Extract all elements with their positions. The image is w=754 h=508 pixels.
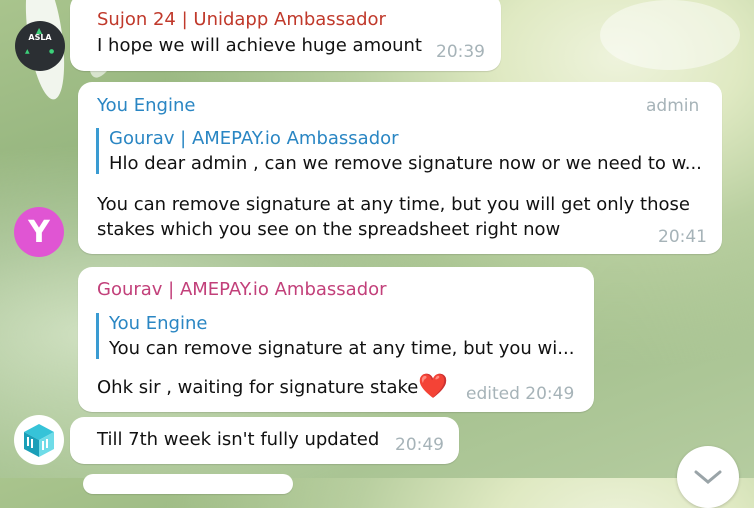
- message-bubble[interactable]: Sujon 24 | Unidapp Ambassador I hope we …: [70, 0, 501, 71]
- chevron-down-icon: [694, 470, 722, 484]
- reply-sender: Gourav | AMEPAY.io Ambassador: [109, 128, 399, 149]
- message-sender[interactable]: Sujon 24 | Unidapp Ambassador: [97, 9, 386, 30]
- scroll-down-button[interactable]: [677, 446, 739, 508]
- message-text: Ohk sir , waiting for signature stake: [97, 377, 419, 398]
- background-petal: [600, 0, 740, 70]
- message-bubble[interactable]: [83, 474, 293, 494]
- admin-badge: admin: [646, 96, 700, 116]
- reply-preview[interactable]: You Engine You can remove signature at a…: [96, 313, 587, 359]
- message-time: 20:49: [395, 435, 444, 455]
- message-text: You can remove signature at any time, bu…: [97, 194, 690, 215]
- avatar[interactable]: ASLA ▲ ▲ ●: [15, 21, 65, 71]
- message-text: Till 7th week isn't fully updated: [97, 429, 380, 450]
- logo-icon: ●: [49, 48, 55, 55]
- message-text: I hope we will achieve huge amount: [97, 35, 422, 56]
- message-time: 20:41: [658, 227, 707, 247]
- reply-text: Hlo dear admin , can we remove signature…: [109, 153, 702, 174]
- message-sender[interactable]: You Engine: [97, 95, 195, 116]
- reply-sender: You Engine: [109, 313, 208, 334]
- message-bubble[interactable]: Till 7th week isn't fully updated 20:49: [70, 417, 459, 464]
- avatar-initials: Y: [28, 215, 50, 250]
- heart-emoji: ❤️: [418, 372, 448, 400]
- reply-preview[interactable]: Gourav | AMEPAY.io Ambassador Hlo dear a…: [96, 128, 709, 174]
- logo-icon: ▲: [36, 26, 43, 35]
- avatar[interactable]: [14, 415, 64, 465]
- message-bubble[interactable]: Gourav | AMEPAY.io Ambassador You Engine…: [78, 267, 594, 412]
- message-text: stakes which you see on the spreadsheet …: [97, 219, 561, 240]
- logo-icon: ▲: [25, 48, 30, 55]
- message-time: edited 20:49: [466, 384, 575, 404]
- message-sender[interactable]: Gourav | AMEPAY.io Ambassador: [97, 279, 387, 300]
- avatar[interactable]: Y: [14, 207, 64, 257]
- message-time: 20:39: [436, 42, 485, 62]
- cube-logo-icon: [24, 424, 54, 457]
- message-bubble[interactable]: You Engine admin Gourav | AMEPAY.io Amba…: [78, 82, 722, 254]
- reply-text: You can remove signature at any time, bu…: [109, 338, 575, 359]
